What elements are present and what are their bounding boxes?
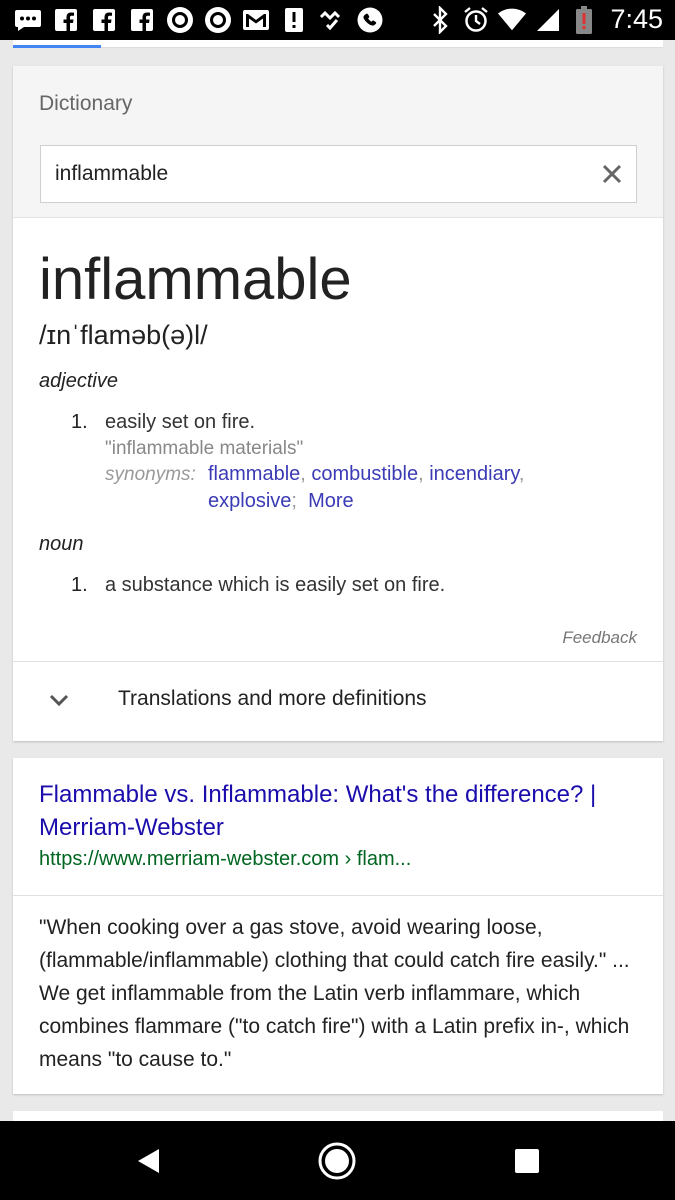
- dictionary-search-input[interactable]: [41, 146, 581, 202]
- circle-app-icon: [204, 6, 232, 34]
- recents-square-icon: [515, 1149, 539, 1173]
- part-of-speech: adjective: [39, 370, 118, 392]
- battery-low-icon: [570, 5, 598, 34]
- synonyms-label: synonyms:: [105, 464, 196, 485]
- gmail-icon: [242, 6, 270, 34]
- sense-definition: a substance which is easily set on fire.: [105, 574, 446, 596]
- phone-icon: [356, 6, 384, 34]
- synonym-link[interactable]: combustible: [311, 463, 418, 485]
- phonetic: /ɪnˈflaməb(ə)l/: [39, 320, 208, 350]
- system-icons: 7:45: [426, 4, 663, 35]
- result-snippet: "When cooking over a gas stove, avoid we…: [39, 916, 630, 1071]
- recents-button[interactable]: [507, 1141, 547, 1181]
- feedback-link[interactable]: Feedback: [562, 628, 637, 648]
- chevron-down-icon: [47, 688, 71, 712]
- clear-search-button[interactable]: [598, 160, 626, 188]
- more-synonyms-link[interactable]: More: [308, 490, 354, 512]
- facebook-icon: [128, 6, 156, 34]
- close-icon: [602, 164, 622, 184]
- signal-icon: [534, 6, 562, 34]
- alarm-icon: [462, 6, 490, 34]
- circle-app-icon: [166, 6, 194, 34]
- synonym-link[interactable]: flammable: [208, 463, 300, 485]
- dictionary-card: Dictionary inflammable /ɪnˈflaməb(ə)l/ a…: [13, 66, 663, 741]
- alert-icon: [280, 6, 308, 34]
- result-url: https://www.merriam-webster.com › flam..…: [39, 848, 412, 870]
- part-of-speech: noun: [39, 533, 84, 555]
- check-icon: [318, 6, 346, 34]
- facebook-icon: [90, 6, 118, 34]
- dictionary-header: Dictionary: [13, 66, 663, 218]
- wifi-icon: [498, 6, 527, 34]
- sense-definition: easily set on fire.: [105, 411, 256, 433]
- status-bar: 7:45: [0, 0, 675, 40]
- result-title-link[interactable]: Flammable vs. Inflammable: What's the di…: [39, 778, 639, 844]
- back-triangle-icon: [138, 1149, 159, 1173]
- clock: 7:45: [610, 4, 663, 34]
- message-icon: [14, 6, 42, 34]
- notification-icons: [14, 6, 384, 34]
- navigation-bar: [0, 1121, 675, 1200]
- sense-number: 1.: [71, 574, 88, 596]
- dictionary-search-box[interactable]: [40, 145, 637, 203]
- divider: [13, 895, 663, 896]
- previous-card-edge: [13, 40, 663, 48]
- synonyms-list-cont: explosive; More: [208, 490, 354, 512]
- more-definitions-label: Translations and more definitions: [118, 687, 427, 710]
- facebook-icon: [52, 6, 80, 34]
- bluetooth-icon: [426, 5, 454, 34]
- search-result-card: Flammable vs. Inflammable: What's the di…: [13, 758, 663, 1094]
- headword: inflammable: [39, 247, 352, 312]
- sense-example: "inflammable materials": [105, 438, 304, 459]
- home-button[interactable]: [317, 1141, 357, 1181]
- synonym-link[interactable]: incendiary: [429, 463, 519, 485]
- back-button[interactable]: [128, 1141, 168, 1181]
- synonyms-list: flammable, combustible, incendiary,: [208, 463, 525, 485]
- more-definitions-toggle[interactable]: Translations and more definitions: [13, 663, 663, 741]
- sense-number: 1.: [71, 411, 88, 433]
- synonym-link[interactable]: explosive: [208, 490, 291, 512]
- home-circle-icon: [318, 1142, 356, 1180]
- dictionary-label: Dictionary: [39, 92, 133, 115]
- divider: [13, 661, 663, 662]
- tab-indicator: [13, 45, 101, 48]
